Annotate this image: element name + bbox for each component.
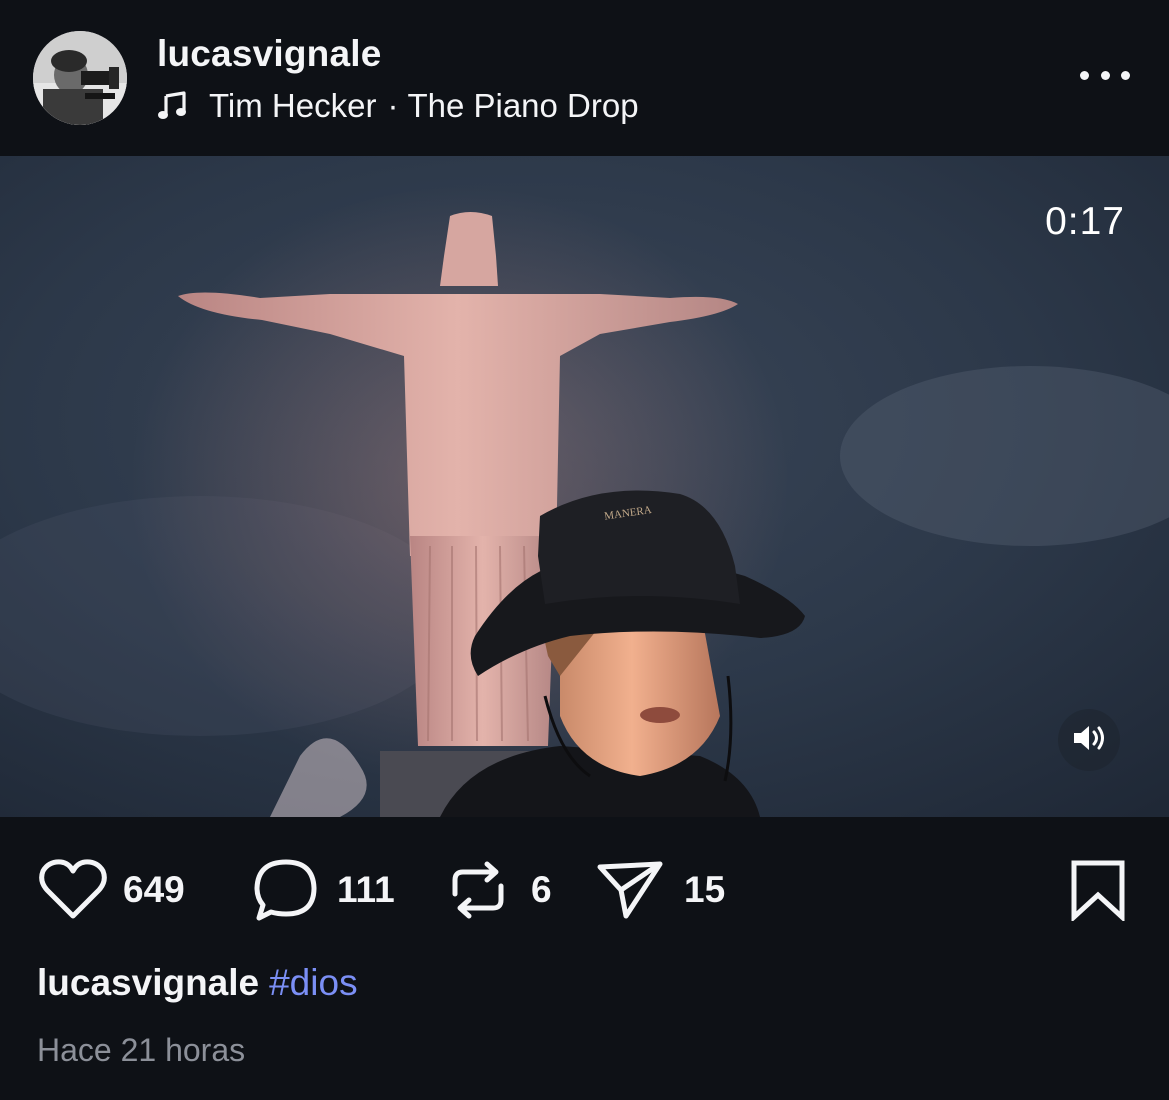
music-artist: Tim Hecker [209, 87, 377, 124]
video-frame: MANERA [0, 156, 1169, 817]
music-track: The Piano Drop [407, 87, 639, 124]
post-timestamp: Hace 21 horas [37, 1032, 246, 1068]
more-horizontal-icon-dot [1100, 70, 1110, 80]
bookmark-button[interactable] [1070, 859, 1126, 923]
more-horizontal-icon-dot [1121, 70, 1130, 80]
avatar[interactable] [33, 31, 127, 125]
comment-button[interactable]: 111 [253, 857, 395, 923]
video-player[interactable]: MANERA 0:17 [0, 156, 1169, 817]
comment-count: 111 [337, 869, 395, 910]
share-count: 15 [684, 869, 726, 910]
music-note-icon [157, 90, 189, 122]
like-button[interactable]: 649 [37, 857, 185, 923]
send-icon [596, 858, 664, 922]
video-timer: 0:17 [1045, 200, 1125, 243]
comment-bubble-icon [253, 857, 319, 923]
music-separator: · [387, 87, 399, 124]
hashtag-link[interactable]: #dios [269, 962, 357, 1003]
like-count: 649 [123, 869, 185, 910]
volume-icon [1071, 723, 1107, 758]
post-caption: lucasvignale #dios [37, 962, 358, 1004]
share-button[interactable]: 15 [596, 857, 725, 923]
action-bar: 649 111 6 15 [0, 817, 1169, 957]
more-options-button[interactable] [1080, 62, 1130, 88]
more-horizontal-icon-dot [1080, 70, 1089, 80]
volume-button[interactable] [1058, 709, 1120, 771]
heart-icon [37, 858, 109, 922]
bookmark-icon [1070, 860, 1126, 925]
post-username[interactable]: lucasvignale [157, 33, 382, 75]
repost-count: 6 [531, 869, 552, 910]
caption-username[interactable]: lucasvignale [37, 962, 259, 1003]
music-attribution[interactable]: Tim Hecker · The Piano Drop [157, 86, 639, 126]
repost-icon [449, 858, 507, 922]
post-header: lucasvignale Tim Hecker · The Piano Drop [0, 0, 1169, 156]
repost-button[interactable]: 6 [449, 857, 552, 923]
